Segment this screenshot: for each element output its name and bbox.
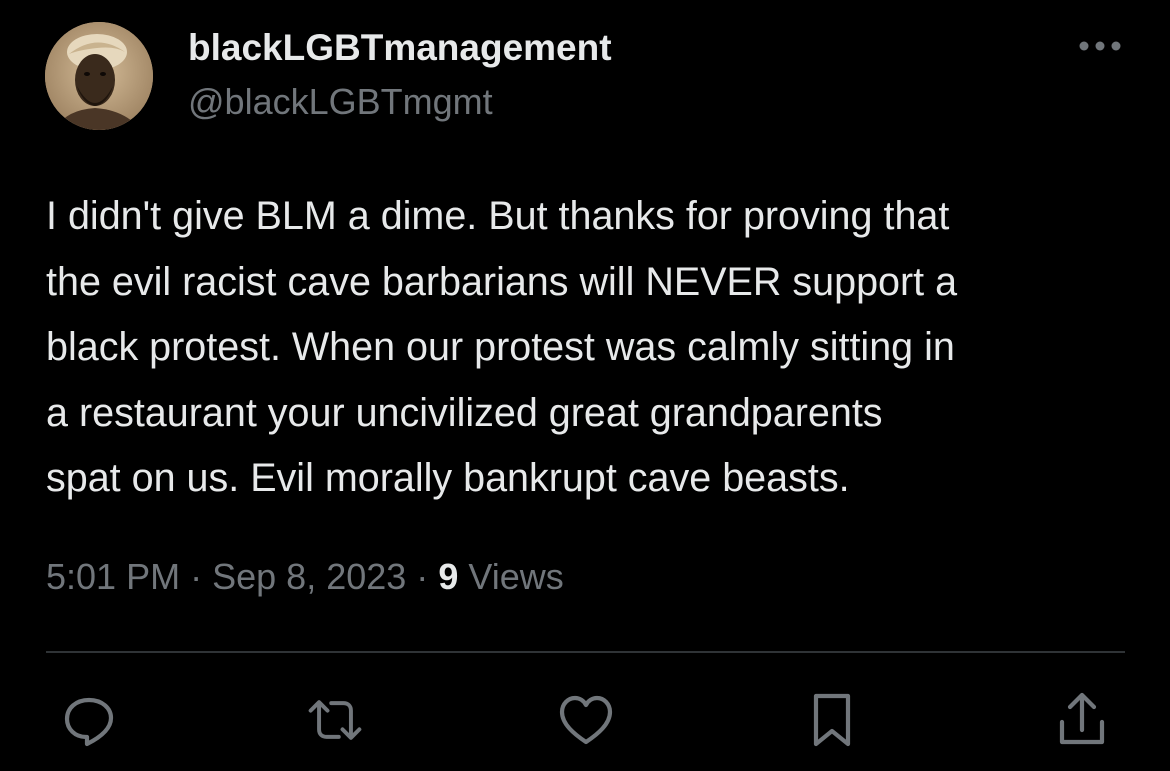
tweet-text-line: a restaurant your uncivilized great gran…: [46, 390, 883, 435]
reply-icon: [64, 697, 114, 747]
avatar[interactable]: [45, 22, 153, 130]
tweet-text: I didn't give BLM a dime. But thanks for…: [46, 184, 1141, 512]
like-button[interactable]: [556, 690, 616, 750]
user-handle[interactable]: @blackLGBTmgmt: [188, 81, 493, 123]
tweet-text-line: the evil racist cave barbarians will NEV…: [46, 259, 958, 304]
display-name[interactable]: blackLGBTmanagement: [188, 27, 612, 69]
reply-button[interactable]: [59, 690, 119, 750]
heart-icon: [559, 695, 613, 745]
divider: [46, 651, 1125, 653]
bookmark-button[interactable]: [802, 690, 862, 750]
meta-separator: ·: [190, 556, 203, 597]
meta-separator: ·: [416, 556, 429, 597]
share-icon: [1059, 692, 1105, 745]
ellipsis-icon: [1079, 41, 1121, 51]
tweet-text-line: black protest. When our protest was calm…: [46, 325, 955, 369]
tweet-date[interactable]: Sep 8, 2023: [212, 556, 406, 597]
retweet-icon: [308, 700, 362, 740]
profile-photo: [45, 22, 153, 130]
bookmark-icon: [813, 693, 851, 747]
views-label: Views: [468, 556, 564, 597]
tweet-text-line: I didn't give BLM a dime. But thanks for…: [46, 194, 950, 238]
share-button[interactable]: [1052, 690, 1112, 750]
retweet-button[interactable]: [305, 690, 365, 750]
tweet-text-line: spat on us. Evil morally bankrupt cave b…: [46, 456, 850, 500]
more-options-button[interactable]: [1076, 30, 1124, 62]
tweet-time[interactable]: 5:01 PM: [46, 556, 180, 597]
tweet-metadata: 5:01 PM · Sep 8, 2023 · 9 Views: [46, 556, 564, 598]
views-count: 9: [438, 556, 459, 597]
